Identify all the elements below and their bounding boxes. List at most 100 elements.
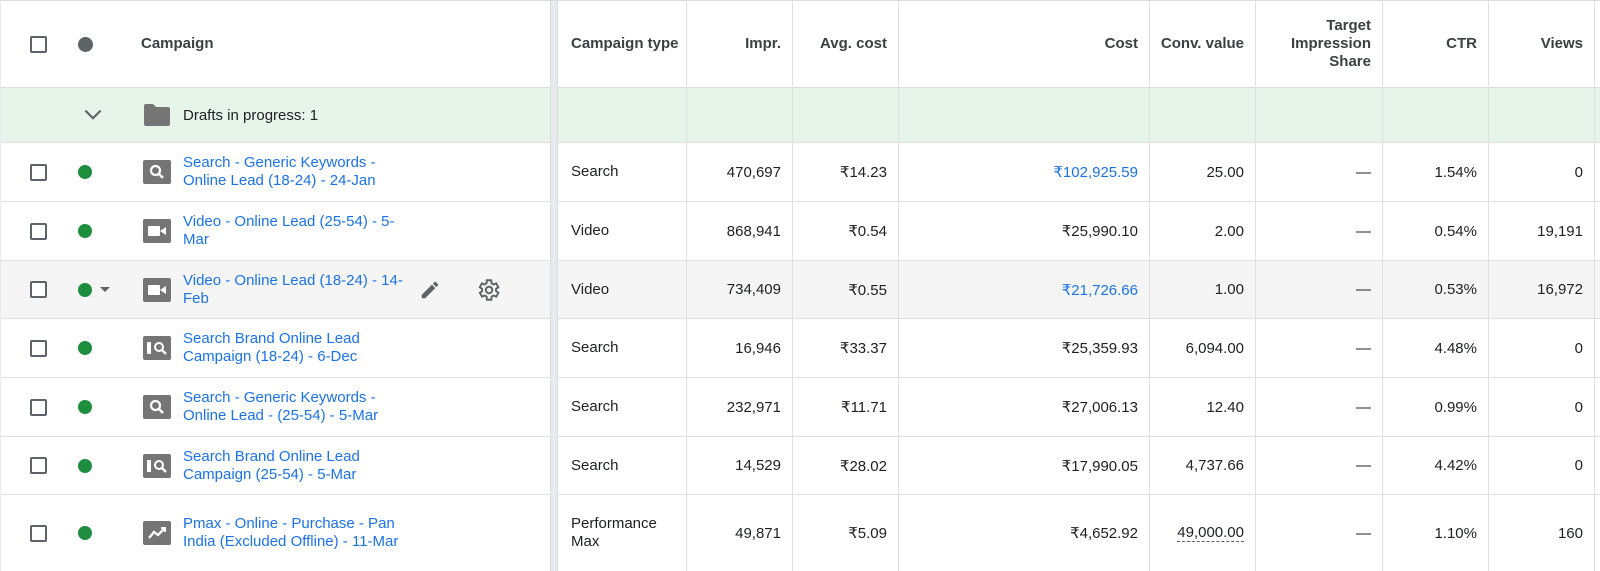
campaign-type-cell: Search: [571, 398, 619, 415]
target-impression-share-cell: —: [1356, 163, 1371, 181]
cost-cell: ₹4,652.92: [898, 495, 1149, 571]
status-cell: [78, 495, 100, 571]
cost-value: ₹4,652.92: [1070, 525, 1138, 542]
select-all-checkbox[interactable]: [30, 35, 47, 53]
column-divider: [1594, 1, 1595, 571]
campaign-type-cell: Search: [571, 163, 619, 180]
row-checkbox[interactable]: [30, 398, 47, 416]
avg-cost-cell: ₹11.71: [841, 399, 887, 416]
status-enabled-icon[interactable]: [78, 341, 92, 355]
status-enabled-icon[interactable]: [78, 165, 92, 179]
cost-cell: ₹25,359.93: [898, 319, 1149, 377]
ctr-cell: 4.48%: [1434, 339, 1477, 357]
cost-value[interactable]: ₹102,925.59: [1053, 163, 1138, 181]
campaign-type-cell: Video: [571, 280, 610, 298]
campaign-name-cell: Video - Online Lead (18-24) - 14-Feb: [183, 261, 407, 318]
search-brand-campaign-icon: [143, 336, 171, 360]
campaign-name-link[interactable]: Video - Online Lead (18-24) - 14-Feb: [183, 272, 407, 308]
status-enabled-icon[interactable]: [78, 224, 92, 238]
cost-header[interactable]: Cost: [898, 1, 1149, 87]
impr-cell: 49,871: [735, 524, 781, 542]
row-checkbox[interactable]: [30, 163, 47, 181]
table-row[interactable]: Video - Online Lead (18-24) - 14-Feb Vide…: [1, 261, 1600, 319]
ctr-cell: 1.10%: [1434, 524, 1477, 542]
table-row[interactable]: Search - Generic Keywords - Online Lead …: [1, 378, 1600, 437]
table-row[interactable]: Search - Generic Keywords - Online Lead …: [1, 143, 1600, 202]
ctr-cell: 1.54%: [1434, 163, 1477, 181]
conv-value: 1.00: [1214, 281, 1244, 298]
impr-header[interactable]: Impr.: [686, 1, 792, 87]
cost-cell: ₹102,925.59: [898, 143, 1149, 201]
campaign-name-cell: Search Brand Online Lead Campaign (25-54…: [183, 437, 407, 494]
campaign-name-link[interactable]: Search - Generic Keywords - Online Lead …: [183, 154, 407, 190]
cost-cell: ₹17,990.05: [898, 437, 1149, 494]
avg-cost-cell: ₹5.09: [848, 525, 887, 542]
impr-cell: 14,529: [735, 457, 781, 474]
status-column-icon[interactable]: [78, 36, 93, 52]
search-campaign-icon: [143, 160, 171, 184]
views-cell: 19,191: [1537, 222, 1583, 240]
campaign-name-link[interactable]: Search - Generic Keywords - Online Lead …: [183, 389, 407, 425]
campaign-name-cell: Search - Generic Keywords - Online Lead …: [183, 143, 407, 201]
column-divider: [898, 1, 899, 571]
campaign-type-icon: [143, 202, 171, 260]
target-impression-share-cell: —: [1356, 457, 1371, 474]
row-checkbox[interactable]: [30, 524, 47, 542]
table-row[interactable]: Search Brand Online Lead Campaign (18-24…: [1, 319, 1600, 378]
status-cell: [78, 202, 100, 260]
chevron-down-icon[interactable]: [79, 88, 107, 142]
drafts-row[interactable]: Drafts in progress: 1: [1, 88, 1600, 143]
views-header[interactable]: Views: [1488, 1, 1594, 87]
status-enabled-icon[interactable]: [78, 458, 92, 473]
table-row[interactable]: Video - Online Lead (25-54) - 5-Mar Video…: [1, 202, 1600, 261]
row-checkbox[interactable]: [30, 339, 47, 357]
ctr-header[interactable]: CTR: [1382, 1, 1488, 87]
campaign-name-link[interactable]: Video - Online Lead (25-54) - 5-Mar: [183, 213, 407, 249]
status-enabled-icon[interactable]: [78, 526, 92, 540]
avg-cost-header[interactable]: Avg. cost: [792, 1, 898, 87]
campaign-name-link[interactable]: Search Brand Online Lead Campaign (25-54…: [183, 448, 407, 484]
campaign-type-icon: [143, 495, 171, 571]
target-impression-share-cell: —: [1356, 222, 1371, 240]
video-campaign-icon: [143, 277, 171, 302]
conv-value-header[interactable]: Conv. value: [1149, 1, 1255, 87]
frozen-column-divider[interactable]: [550, 1, 558, 571]
row-checkbox[interactable]: [30, 222, 47, 240]
conv-value[interactable]: 49,000.00: [1177, 524, 1244, 542]
status-enabled-icon[interactable]: [78, 282, 92, 297]
campaign-name-link[interactable]: Pmax - Online - Purchase - Pan India (Ex…: [183, 515, 407, 551]
pmax-campaign-icon: [143, 521, 171, 545]
cost-value[interactable]: ₹21,726.66: [1062, 281, 1138, 299]
campaign-name-cell: Search - Generic Keywords - Online Lead …: [183, 378, 407, 436]
ctr-cell: 4.42%: [1434, 457, 1477, 474]
impr-cell: 470,697: [726, 163, 781, 181]
campaign-name-link[interactable]: Search Brand Online Lead Campaign (18-24…: [183, 330, 407, 366]
table-row[interactable]: Pmax - Online - Purchase - Pan India (Ex…: [1, 495, 1600, 571]
conv-value: 12.40: [1206, 398, 1244, 416]
gear-icon[interactable]: [475, 261, 503, 318]
views-cell: 0: [1574, 163, 1583, 181]
conv-value: 6,094.00: [1185, 339, 1244, 357]
edit-pencil-icon[interactable]: [419, 261, 445, 318]
drafts-label: Drafts in progress: 1: [183, 106, 319, 124]
table-row[interactable]: Search Brand Online Lead Campaign (25-54…: [1, 437, 1600, 495]
row-checkbox[interactable]: [30, 457, 47, 474]
ctr-cell: 0.54%: [1434, 222, 1477, 240]
row-select-cell: [30, 378, 52, 436]
status-enabled-icon[interactable]: [78, 400, 92, 414]
campaign-type-header[interactable]: Campaign type: [571, 1, 681, 87]
status-dropdown-icon[interactable]: [99, 261, 115, 318]
views-cell: 160: [1557, 524, 1583, 542]
avg-cost-cell: ₹0.54: [848, 223, 887, 240]
impr-cell: 734,409: [726, 281, 781, 298]
search-brand-campaign-icon: [143, 453, 171, 478]
folder-icon: [143, 88, 171, 142]
campaign-header[interactable]: Campaign: [141, 1, 541, 87]
select-all-cell: [30, 1, 52, 87]
cost-value: ₹25,359.93: [1061, 340, 1138, 357]
row-select-cell: [30, 495, 52, 571]
row-checkbox[interactable]: [30, 281, 47, 298]
target-impression-share-header[interactable]: Target Impression Share: [1255, 1, 1382, 87]
impr-cell: 16,946: [735, 339, 781, 357]
cost-value: ₹25,990.10: [1061, 223, 1138, 240]
